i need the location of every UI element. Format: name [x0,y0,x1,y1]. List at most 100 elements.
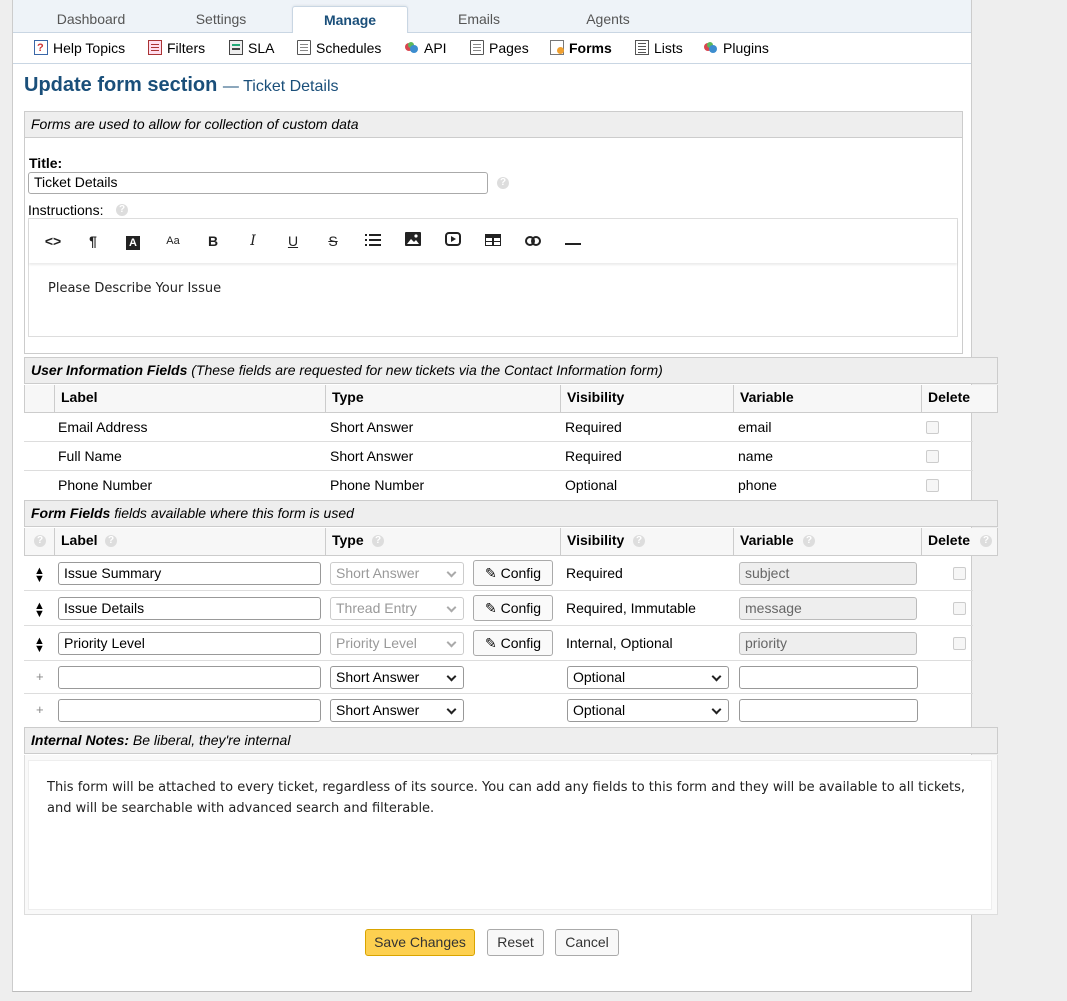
link-icon[interactable] [520,231,546,251]
table-icon[interactable] [480,231,506,251]
field-type-select[interactable]: Thread Entry [330,597,464,620]
new-field-label-input[interactable] [58,666,321,689]
user-info-rows: Email Address Short Answer Required emai… [24,413,973,500]
row-type: Phone Number [330,477,425,493]
new-field-visibility-select[interactable]: Optional [567,666,729,689]
column-delete: Delete [928,389,971,405]
strikethrough-icon[interactable]: S [320,231,346,251]
delete-checkbox [926,421,939,434]
row-label: Full Name [58,448,122,464]
field-visibility: Required, Immutable [566,600,696,616]
column-delete: Delete? [922,528,998,555]
tab-emails[interactable]: Emails [421,6,537,33]
image-icon[interactable] [400,231,426,251]
paragraph-icon[interactable]: ¶ [80,231,106,251]
form-fields-rows: ▲ ▼ Issue Summary Short Answer ✎ Config R… [24,556,973,727]
field-visibility: Required [566,565,623,581]
title-input[interactable]: Ticket Details [28,172,488,194]
font-color-icon[interactable]: A [120,231,146,251]
row-type: Short Answer [330,419,414,435]
table-row: ▲ ▼ Priority Level Priority Level ✎ Confi… [24,626,973,661]
config-button[interactable]: ✎ Config [473,630,553,656]
new-field-type-select[interactable]: Short Answer [330,699,464,722]
field-variable-input: priority [739,632,917,655]
table-row: Phone Number Phone Number Optional phone [24,471,973,500]
new-field-row: + Short Answer Optional [24,694,973,727]
column-label: Label [55,385,326,412]
column-variable: Variable? [734,528,922,555]
nav-sla[interactable]: SLA [229,40,274,58]
nav-lists[interactable]: Lists [635,40,683,58]
field-label-input[interactable]: Issue Details [58,597,321,620]
nav-api[interactable]: API [405,40,447,58]
field-variable-input: subject [739,562,917,585]
internal-notes-editor[interactable]: This form will be attached to every tick… [28,760,992,910]
instructions-label: Instructions: [28,202,104,218]
field-type-select[interactable]: Priority Level [330,632,464,655]
tab-manage[interactable]: Manage [292,6,408,34]
font-size-icon[interactable]: Aa [160,231,186,251]
tab-settings[interactable]: Settings [163,6,279,33]
nav-help-topics[interactable]: Help Topics [34,40,125,58]
help-icon[interactable]: ? [34,535,46,547]
horizontal-rule-icon[interactable] [560,231,586,251]
help-icon[interactable]: ? [105,535,117,547]
field-label-input[interactable]: Priority Level [58,632,321,655]
help-icon[interactable]: ? [497,177,509,189]
field-label-input[interactable]: Issue Summary [58,562,321,585]
save-changes-button[interactable]: Save Changes [365,929,475,956]
help-icon[interactable]: ? [116,204,128,216]
new-field-variable-input[interactable] [739,699,918,722]
new-field-label-input[interactable] [58,699,321,722]
config-button[interactable]: ✎ Config [473,595,553,621]
tab-agents[interactable]: Agents [550,6,666,33]
nav-schedules[interactable]: Schedules [297,40,381,58]
row-type: Short Answer [330,448,414,464]
column-spacer [25,385,55,412]
table-row: Full Name Short Answer Required name [24,442,973,471]
help-icon[interactable]: ? [803,535,815,547]
nav-filters[interactable]: Filters [148,40,205,58]
cancel-button[interactable]: Cancel [555,929,619,956]
internal-notes-content[interactable]: This form will be attached to every tick… [47,777,977,819]
code-view-icon[interactable]: <> [40,231,66,251]
help-icon[interactable]: ? [980,535,992,547]
drag-handle-icon[interactable]: ▲ ▼ [34,636,45,655]
lists-icon [635,40,649,55]
delete-checkbox[interactable] [953,567,966,580]
row-visibility: Required [565,419,622,435]
video-icon[interactable] [440,231,466,251]
list-icon[interactable] [360,231,386,251]
instructions-editor[interactable]: <> ¶ A Aa B I U S Please Describe Your I… [28,218,958,337]
table-row: ▲ ▼ Issue Details Thread Entry ✎ Config R… [24,591,973,626]
instructions-content[interactable]: Please Describe Your Issue [48,281,221,296]
delete-checkbox[interactable] [953,602,966,615]
delete-checkbox [926,450,939,463]
column-spacer: ? [25,528,55,555]
row-visibility: Required [565,448,622,464]
field-type-select[interactable]: Short Answer [330,562,464,585]
new-field-visibility-select[interactable]: Optional [567,699,729,722]
editor-toolbar: <> ¶ A Aa B I U S [29,219,957,263]
help-icon[interactable]: ? [633,535,645,547]
drag-handle-icon[interactable]: ▲ ▼ [34,566,45,585]
nav-plugins[interactable]: Plugins [704,40,769,58]
row-label: Phone Number [58,477,153,493]
reset-button[interactable]: Reset [487,929,544,956]
tab-dashboard[interactable]: Dashboard [33,6,149,33]
nav-forms[interactable]: Forms [550,40,612,58]
filters-icon [148,40,162,55]
new-field-variable-input[interactable] [739,666,918,689]
new-field-type-select[interactable]: Short Answer [330,666,464,689]
form-fields-header: Form Fields fields available where this … [24,500,998,527]
drag-handle-icon[interactable]: ▲ ▼ [34,601,45,620]
delete-checkbox[interactable] [953,637,966,650]
help-icon[interactable]: ? [372,535,384,547]
italic-icon[interactable]: I [240,231,266,251]
edit-icon: ✎ [484,565,497,581]
bold-icon[interactable]: B [200,231,226,251]
sla-icon [229,40,243,55]
config-button[interactable]: ✎ Config [473,560,553,586]
underline-icon[interactable]: U [280,231,306,251]
nav-pages[interactable]: Pages [470,40,529,58]
